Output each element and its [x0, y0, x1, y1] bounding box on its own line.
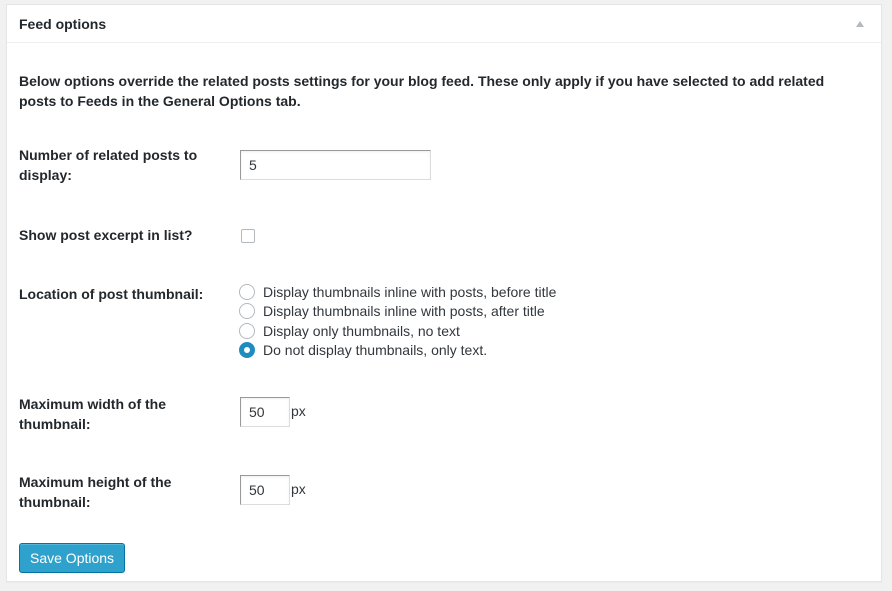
panel-header[interactable]: Feed options: [7, 5, 881, 43]
collapse-arrow-icon[interactable]: [856, 20, 864, 27]
show-excerpt-checkbox[interactable]: [241, 229, 255, 243]
radio-option[interactable]: Display thumbnails inline with posts, af…: [239, 302, 556, 322]
radio-option-label: Display thumbnails inline with posts, af…: [263, 303, 545, 320]
radio-option[interactable]: Display only thumbnails, no text: [239, 321, 556, 341]
max-width-unit: px: [291, 403, 306, 419]
max-height-input[interactable]: [240, 475, 290, 505]
max-height-label: Maximum height of the thumbnail:: [19, 474, 172, 510]
radio-option[interactable]: Do not display thumbnails, only text.: [239, 341, 556, 361]
radio-option[interactable]: Display thumbnails inline with posts, be…: [239, 282, 556, 302]
panel-title: Feed options: [19, 15, 107, 32]
radio-option-label: Do not display thumbnails, only text.: [263, 342, 488, 359]
num-posts-input[interactable]: [240, 150, 431, 180]
radio-button[interactable]: [239, 322, 255, 339]
max-width-input[interactable]: [240, 397, 290, 427]
max-width-label: Maximum width of the thumbnail:: [19, 396, 166, 432]
radio-button-selected[interactable]: [239, 342, 255, 359]
show-excerpt-label: Show post excerpt in list?: [19, 227, 193, 243]
radio-option-label: Display thumbnails inline with posts, be…: [263, 283, 557, 300]
max-height-unit: px: [291, 481, 306, 497]
num-posts-label: Number of related posts to display:: [19, 147, 198, 183]
thumb-location-radio-group: Display thumbnails inline with posts, be…: [239, 282, 556, 360]
thumb-location-label: Location of post thumbnail:: [19, 286, 204, 302]
radio-option-label: Display only thumbnails, no text: [263, 322, 460, 339]
save-options-button[interactable]: Save Options: [19, 543, 126, 573]
radio-button[interactable]: [239, 303, 255, 320]
panel-description: Below options override the related posts…: [19, 73, 825, 109]
radio-button[interactable]: [239, 283, 255, 300]
feed-options-panel: Feed options Below options override the …: [6, 4, 882, 582]
